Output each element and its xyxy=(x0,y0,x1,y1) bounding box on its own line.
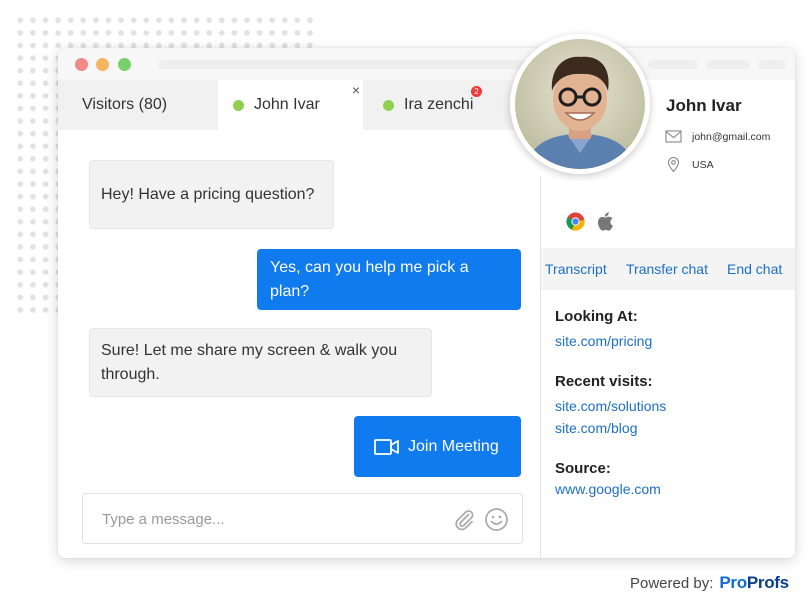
chat-tabs: Visitors (80) John Ivar × Ira zenchi 2 xyxy=(58,80,540,130)
chat-window: Visitors (80) John Ivar × Ira zenchi 2 H… xyxy=(58,48,795,558)
tab-ira-zenchi-label: Ira zenchi xyxy=(404,96,474,113)
titlebar-placeholder xyxy=(158,60,538,69)
powered-by-label: Powered by: xyxy=(630,575,714,592)
online-status-dot xyxy=(383,99,394,111)
visitor-email: john@gmail.com xyxy=(692,130,771,143)
visitor-location-row: USA xyxy=(665,156,714,173)
window-titlebar xyxy=(58,48,795,80)
transcript-link[interactable]: Transcript xyxy=(545,261,607,277)
tab-visitors[interactable]: Visitors (80) xyxy=(82,80,167,130)
powered-by-footer: Powered by: ProProfs xyxy=(630,573,789,593)
message-text: Hey! Have a pricing question? xyxy=(101,185,315,203)
join-meeting-label: Join Meeting xyxy=(408,437,499,455)
paperclip-icon[interactable] xyxy=(452,508,476,532)
visitor-platform-icons xyxy=(566,212,613,231)
message-text: Yes, can you help me pick a plan? xyxy=(270,258,469,300)
message-input[interactable] xyxy=(102,508,432,530)
tab-john-ivar-label: John Ivar xyxy=(254,96,320,113)
apple-icon xyxy=(597,212,613,231)
visitor-name: John Ivar xyxy=(666,96,742,115)
tab-visitors-label: Visitors (80) xyxy=(82,96,168,113)
transfer-chat-link[interactable]: Transfer chat xyxy=(626,261,708,277)
maximize-window-button[interactable] xyxy=(118,58,131,71)
recent-visits-label: Recent visits: xyxy=(555,373,653,390)
close-tab-icon[interactable]: × xyxy=(352,82,360,98)
visitor-location: USA xyxy=(692,158,714,171)
join-meeting-button[interactable]: Join Meeting xyxy=(354,416,521,477)
end-chat-link[interactable]: End chat xyxy=(727,261,782,277)
minimize-window-button[interactable] xyxy=(96,58,109,71)
message-composer xyxy=(82,493,523,544)
chat-action-bar: Transcript Transfer chat End chat xyxy=(541,248,795,290)
proprofs-logo[interactable]: ProProfs xyxy=(719,573,789,593)
recent-visit-link[interactable]: site.com/solutions xyxy=(555,398,666,414)
titlebar-placeholder xyxy=(706,60,750,69)
agent-message: Yes, can you help me pick a plan? xyxy=(257,249,521,310)
tab-ira-zenchi[interactable]: Ira zenchi 2 xyxy=(383,80,482,130)
visitor-avatar xyxy=(510,34,650,174)
visitor-message: Sure! Let me share my screen & walk you … xyxy=(89,328,432,397)
visitor-message: Hey! Have a pricing question? xyxy=(89,160,334,229)
chat-transcript: Hey! Have a pricing question? Yes, can y… xyxy=(58,130,540,558)
titlebar-placeholder xyxy=(648,60,698,69)
source-link[interactable]: www.google.com xyxy=(555,481,661,497)
close-window-button[interactable] xyxy=(75,58,88,71)
emoji-icon[interactable] xyxy=(484,507,509,532)
titlebar-placeholder xyxy=(758,60,786,69)
chrome-icon xyxy=(566,212,585,231)
unread-badge: 2 xyxy=(471,86,482,97)
recent-visit-link[interactable]: site.com/blog xyxy=(555,420,637,436)
looking-at-link[interactable]: site.com/pricing xyxy=(555,333,652,349)
visitor-email-row: john@gmail.com xyxy=(665,130,770,143)
tab-john-ivar[interactable]: John Ivar × xyxy=(218,80,363,130)
looking-at-label: Looking At: xyxy=(555,308,638,325)
video-camera-icon xyxy=(374,438,399,455)
mail-icon xyxy=(665,130,682,143)
online-status-dot xyxy=(233,99,244,111)
source-label: Source: xyxy=(555,460,611,477)
location-pin-icon xyxy=(667,156,680,173)
message-text: Sure! Let me share my screen & walk you … xyxy=(101,341,398,383)
